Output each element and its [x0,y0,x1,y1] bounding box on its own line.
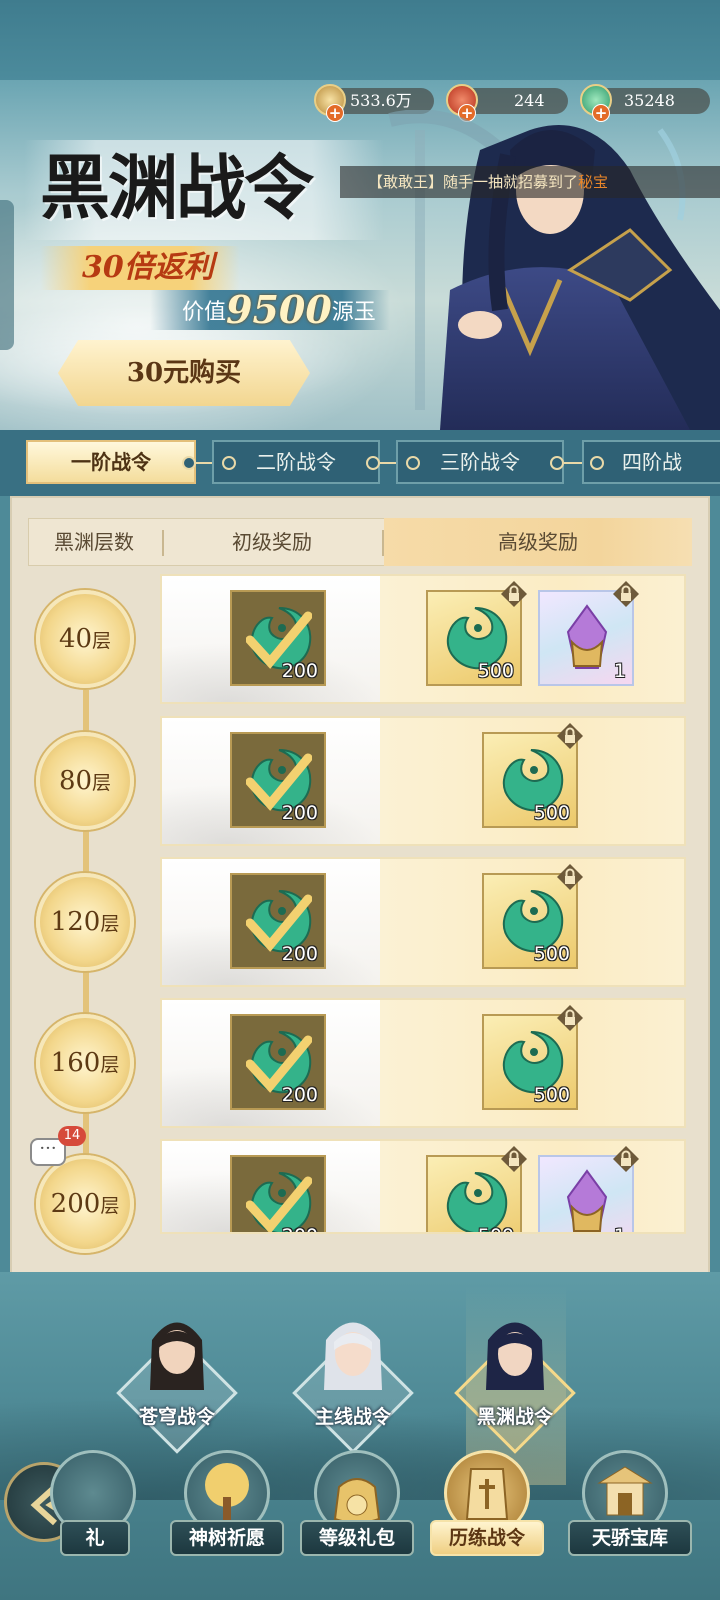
basic-reward-item[interactable]: 200 [230,732,326,828]
tab-node [366,456,380,470]
floor-number: 80 [58,766,93,796]
floor-number: 40 [58,624,93,654]
buy-button[interactable]: 30元购买 [58,340,310,406]
lock-icon [613,581,639,607]
hero-illustration [388,110,720,430]
basic-reward-item[interactable]: 200 [230,1014,326,1110]
tab-node [590,456,604,470]
nav-shenshu-label: 神树祈愿 [170,1520,284,1556]
floor-unit: 层 [100,1054,120,1076]
sub-tab-zhuxian[interactable]: 主线战令 [288,1310,418,1454]
marquee-highlight: 秘宝 [578,173,609,191]
tab-node [550,456,564,470]
floor-number: 120 [50,907,101,937]
page-title: 黑渊战令 [40,146,314,229]
sub-tab-label: 主线战令 [314,1406,391,1428]
nav-gift-label: 礼 [60,1520,130,1556]
floor-unit: 层 [100,1195,120,1217]
value-banner: 价值9500源玉 [150,290,390,330]
basic-reward-item[interactable]: 200 [230,873,326,969]
nav-lilian[interactable]: 历练战令 [430,1450,544,1586]
rebate-banner: 30倍返利 [40,246,240,290]
announcement-marquee: 【敢敢王】随手一抽就招募到了秘宝 [340,166,720,198]
side-drawer-handle[interactable] [0,200,14,350]
sub-tab-label: 苍穹战令 [138,1406,215,1428]
item-quantity: 200 [281,660,318,682]
reward-row: 200 500 [160,857,686,987]
header-floor: 黑渊层数 [54,530,134,554]
item-quantity: 500 [533,1084,570,1106]
nav-shenshu[interactable]: 神树祈愿 [170,1450,284,1586]
value-number: 9500 [226,287,332,332]
basic-reward-item[interactable]: 200 [230,1155,326,1232]
currency-jade-value: 35248 [624,91,675,110]
lock-icon [501,1146,527,1172]
item-quantity: 1 [613,660,626,682]
item-quantity: 500 [533,802,570,824]
reward-row: 200 500 [160,716,686,846]
reward-row: 200 500 1 [160,574,686,704]
floor-unit: 层 [100,913,120,935]
floor-badge: 120层 [36,873,134,971]
status-area [0,0,720,80]
sub-tab-heiyuan[interactable]: 黑渊战令 [450,1310,580,1454]
jade-icon [446,1172,508,1232]
reward-row: 200 500 1 [160,1139,686,1234]
sub-tab-label: 黑渊战令 [476,1406,553,1428]
sub-tab-cangqiong[interactable]: 苍穹战令 [112,1310,242,1454]
item-quantity: 500 [533,943,570,965]
tab-tier-3[interactable]: 三阶战令 [396,440,564,484]
lock-icon [557,723,583,749]
tab-tier-1[interactable]: 一阶战令 [26,440,196,484]
item-quantity: 200 [281,802,318,824]
nav-lilian-label: 历练战令 [430,1520,544,1556]
floor-number: 160 [50,1048,101,1078]
nav-level-gift[interactable]: 等级礼包 [300,1450,414,1586]
nav-tianjiao[interactable]: 天骄宝库 [568,1450,692,1586]
currency-fan-value: 244 [514,91,545,110]
nav-tianjiao-label: 天骄宝库 [568,1520,692,1556]
crystal-icon [566,1169,608,1232]
chat-badge: 14 [58,1126,86,1146]
item-quantity: 200 [281,1084,318,1106]
header-premium: 高级奖励 [498,530,578,554]
value-suffix: 源玉 [331,300,376,325]
item-quantity: 500 [478,1225,514,1232]
character-portrait-icon [150,1322,204,1390]
floor-unit: 层 [92,772,112,794]
character-portrait-icon [324,1322,382,1390]
floor-number: 200 [50,1189,101,1219]
basic-reward-item[interactable]: 200 [230,590,326,686]
item-quantity: 200 [281,943,318,965]
floor-badge: 160层 [36,1014,134,1112]
crystal-icon [566,604,608,669]
tab-node [406,456,420,470]
item-quantity: 500 [477,660,514,682]
lock-icon [557,1005,583,1031]
tab-tier-2[interactable]: 二阶战令 [212,440,380,484]
floor-badge: 80层 [36,732,134,830]
lock-icon [613,1146,639,1172]
value-prefix: 价值 [182,300,227,325]
reward-row: 200 500 [160,998,686,1128]
item-quantity: 200 [282,1225,318,1232]
tab-node [182,456,196,470]
marquee-text: 随手一抽就招募到了 [443,173,579,191]
lock-icon [501,581,527,607]
header-basic: 初级奖励 [232,530,312,554]
item-quantity: 1 [614,1225,626,1232]
nav-level-gift-label: 等级礼包 [300,1520,414,1556]
floor-unit: 层 [92,630,112,652]
nav-gift[interactable]: 礼 [50,1450,136,1586]
floor-badge: 200层 [36,1155,134,1253]
character-portrait-icon [486,1322,544,1390]
floor-badge: 40层 [36,590,134,688]
lock-icon [557,864,583,890]
tab-node [222,456,236,470]
currency-copper-value: 533.6万 [350,91,412,110]
marquee-prefix: 【敢敢王】 [368,173,444,191]
